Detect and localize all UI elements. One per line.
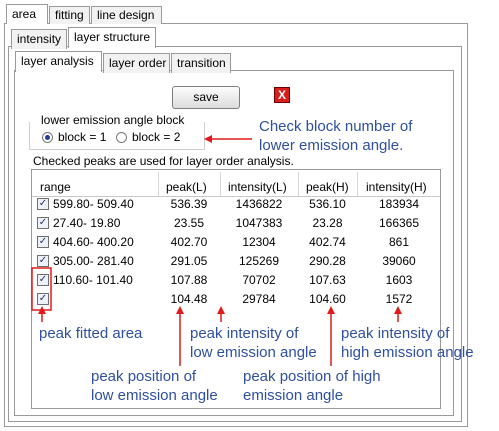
note-line: low emission angle <box>190 344 317 361</box>
save-button[interactable]: save <box>172 86 240 109</box>
note-line: peak position of high <box>243 368 381 385</box>
close-icon[interactable]: X <box>274 87 290 103</box>
cell-peak-h: 107.63 <box>309 273 346 287</box>
note-line: high emission angle <box>341 344 474 361</box>
block-2-radio[interactable] <box>116 132 127 143</box>
cell-peak-h: 536.10 <box>309 197 346 211</box>
note-line: peak position of <box>91 368 197 385</box>
note-peak-position-high: peak position of high emission angle <box>243 367 381 405</box>
column-divider <box>220 172 221 196</box>
note-line: emission angle <box>243 387 344 404</box>
cell-intensity-l: 12304 <box>242 235 276 249</box>
block-2-label[interactable]: block = 2 <box>132 130 180 144</box>
cell-intensity-h: 183934 <box>378 197 420 211</box>
cell-range: 404.60- 400.20 <box>53 235 134 249</box>
row-checkbox[interactable]: ✓ <box>37 274 49 286</box>
tab-layer-analysis[interactable]: layer analysis <box>15 51 102 72</box>
tab-layer-order[interactable]: layer order <box>103 53 170 73</box>
note-line: peak intensity of <box>341 325 450 342</box>
cell-intensity-h: 166365 <box>378 216 420 230</box>
cell-peak-l: 107.88 <box>170 273 208 287</box>
tab-line-design[interactable]: line design <box>91 6 162 24</box>
row-checkbox[interactable]: ✓ <box>37 255 49 267</box>
table-caption: Checked peaks are used for layer order a… <box>33 154 294 168</box>
tab-layer-structure[interactable]: layer structure <box>68 27 156 48</box>
block-note-line: Check block number of <box>259 118 413 135</box>
cell-peak-h: 104.60 <box>309 292 346 306</box>
tab-transition[interactable]: transition <box>171 53 231 73</box>
cell-intensity-l: 29784 <box>242 292 276 306</box>
block-1-radio[interactable] <box>42 132 53 143</box>
row-checkbox[interactable]: ✓ <box>37 198 49 210</box>
cell-peak-h: 402.74 <box>309 235 346 249</box>
cell-intensity-h: 861 <box>388 235 410 249</box>
cell-peak-l: 536.39 <box>170 197 208 211</box>
cell-intensity-h: 1603 <box>385 273 413 287</box>
cell-range: 110.60- 101.40 <box>53 273 133 287</box>
cell-range: 305.00- 281.40 <box>53 254 134 268</box>
note-peak-intensity-low: peak intensity of low emission angle <box>190 324 317 362</box>
cell-intensity-l: 1047383 <box>235 216 283 230</box>
block-group-title: lower emission angle block <box>39 113 187 127</box>
tab-fitting[interactable]: fitting <box>49 6 90 24</box>
row-checkbox[interactable]: ✓ <box>37 217 49 229</box>
column-divider <box>158 172 159 196</box>
note-peak-fitted-area: peak fitted area <box>39 325 143 342</box>
cell-intensity-l: 70702 <box>242 273 276 287</box>
note-line: low emission angle <box>91 387 218 404</box>
cell-range: 599.80- 509.40 <box>53 197 134 211</box>
block-note: Check block number of lower emission ang… <box>259 117 412 155</box>
cell-intensity-h: 39060 <box>382 254 416 268</box>
row-checkbox[interactable]: ✓ <box>37 236 49 248</box>
cell-intensity-l: 1436822 <box>235 197 283 211</box>
note-line: peak intensity of <box>190 325 299 342</box>
cell-range <box>53 289 158 309</box>
cell-intensity-h: 1572 <box>385 292 413 306</box>
note-peak-position-low: peak position of low emission angle <box>91 367 218 405</box>
row-checkbox[interactable]: ✓ <box>37 293 49 305</box>
cell-peak-l: 402.70 <box>170 235 208 249</box>
cell-peak-l: 291.05 <box>170 254 208 268</box>
cell-peak-l: 23.55 <box>173 216 205 230</box>
tab-area[interactable]: area <box>6 4 48 24</box>
cell-peak-l: 104.48 <box>170 292 208 306</box>
cell-range: 27.40- 19.80 <box>53 216 121 230</box>
column-divider <box>298 172 299 196</box>
note-peak-intensity-high: peak intensity of high emission angle <box>341 324 474 362</box>
block-1-label[interactable]: block = 1 <box>58 130 106 144</box>
cell-intensity-l: 125269 <box>238 254 280 268</box>
cell-peak-h: 23.28 <box>312 216 343 230</box>
cell-peak-h: 290.28 <box>309 254 346 268</box>
block-note-line: lower emission angle. <box>259 137 404 154</box>
tab-intensity[interactable]: intensity <box>11 29 67 49</box>
column-divider <box>357 172 358 196</box>
